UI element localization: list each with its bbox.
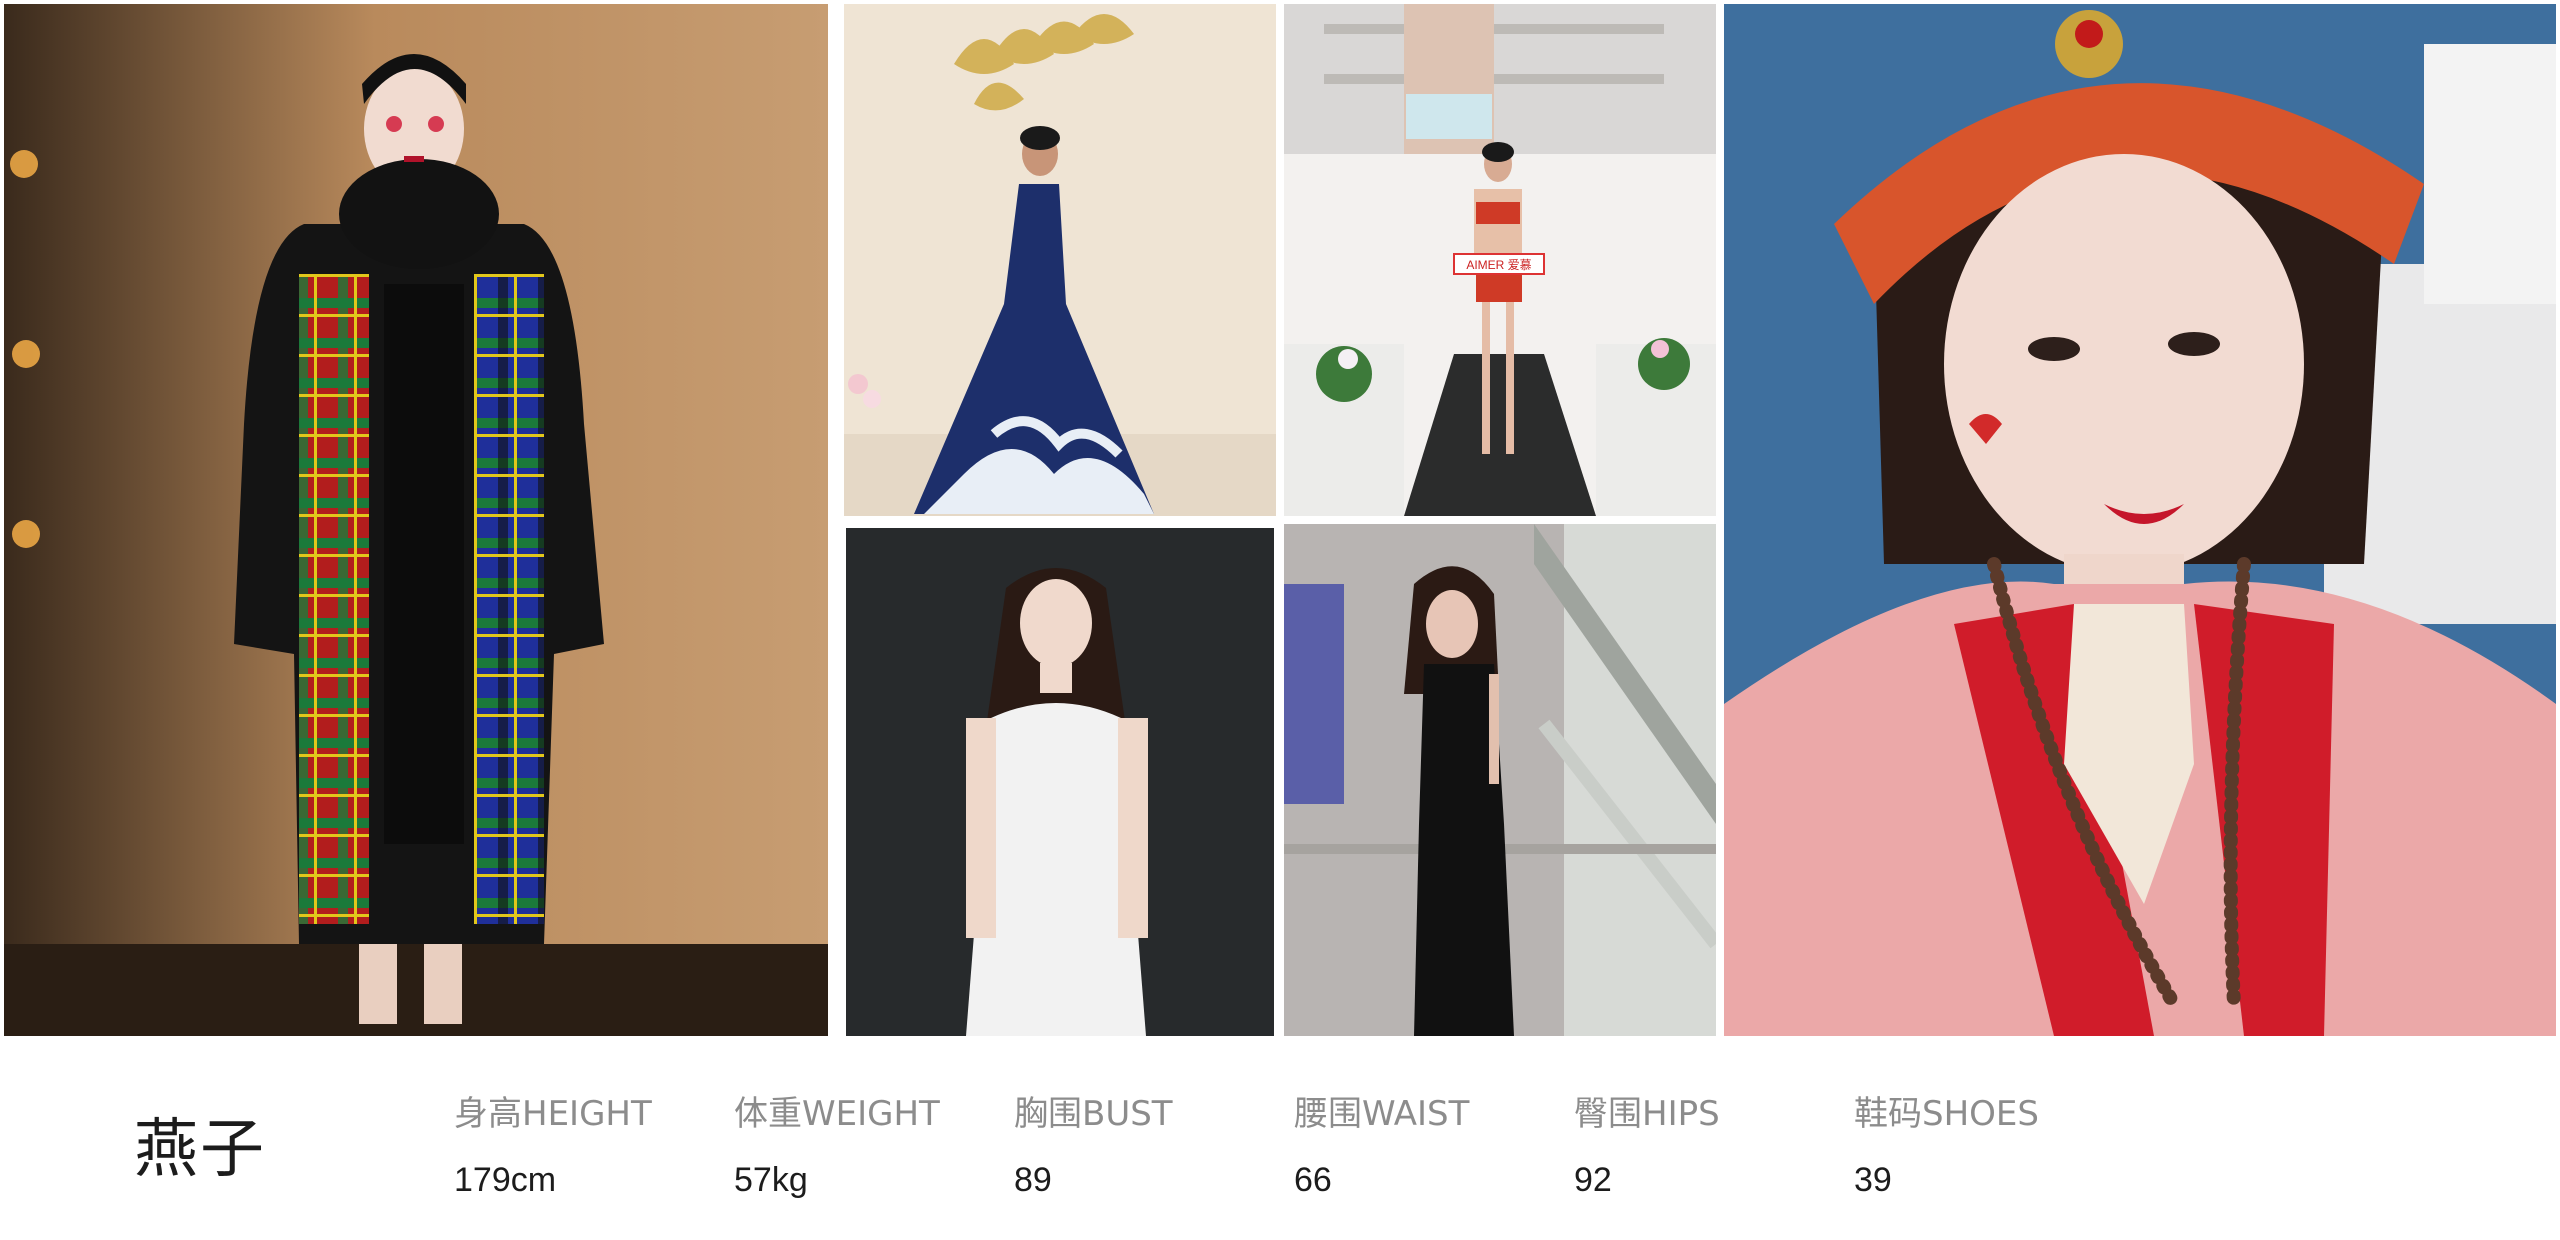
stat-height: 身高HEIGHT 179cm bbox=[454, 1086, 652, 1200]
model-name: 燕子 bbox=[134, 1113, 266, 1187]
stat-value: 39 bbox=[1854, 1161, 1892, 1199]
runway-plaid-coat-photo[interactable] bbox=[4, 4, 828, 1036]
stat-hips: 臀围HIPS 92 bbox=[1574, 1086, 1720, 1200]
white-dress-studio-photo[interactable] bbox=[846, 528, 1274, 1036]
stat-waist: 腰围WAIST 66 bbox=[1294, 1086, 1469, 1200]
stat-label: 腰围WAIST bbox=[1294, 1094, 1470, 1134]
stat-value: 57kg bbox=[734, 1161, 808, 1199]
model-info-bar bbox=[0, 1036, 2560, 1240]
stat-value: 66 bbox=[1294, 1161, 1332, 1199]
sash-brand-text: AIMER 爱慕 bbox=[1466, 258, 1531, 272]
stat-bust: 胸围BUST 89 bbox=[1014, 1086, 1173, 1200]
stat-label: 鞋码SHOES bbox=[1854, 1094, 2039, 1134]
stat-label: 臀围HIPS bbox=[1574, 1094, 1720, 1134]
stat-value: 92 bbox=[1574, 1161, 1612, 1199]
stat-shoes: 鞋码SHOES 39 bbox=[1854, 1086, 2039, 1200]
pink-red-outfit-selfie-photo[interactable] bbox=[1724, 4, 2556, 1036]
black-lace-dress-photo[interactable] bbox=[1284, 524, 1716, 1036]
stat-label: 身高HEIGHT bbox=[454, 1094, 652, 1134]
stat-label: 体重WEIGHT bbox=[734, 1094, 940, 1134]
stat-weight: 体重WEIGHT 57kg bbox=[734, 1086, 940, 1200]
stat-value: 89 bbox=[1014, 1161, 1052, 1199]
stat-label: 胸围BUST bbox=[1014, 1094, 1173, 1134]
blue-wave-gown-photo[interactable] bbox=[844, 4, 1276, 516]
mall-runway-red-lingerie-photo[interactable]: AIMER 爱慕 bbox=[1284, 4, 1716, 516]
stat-value: 179cm bbox=[454, 1161, 557, 1199]
